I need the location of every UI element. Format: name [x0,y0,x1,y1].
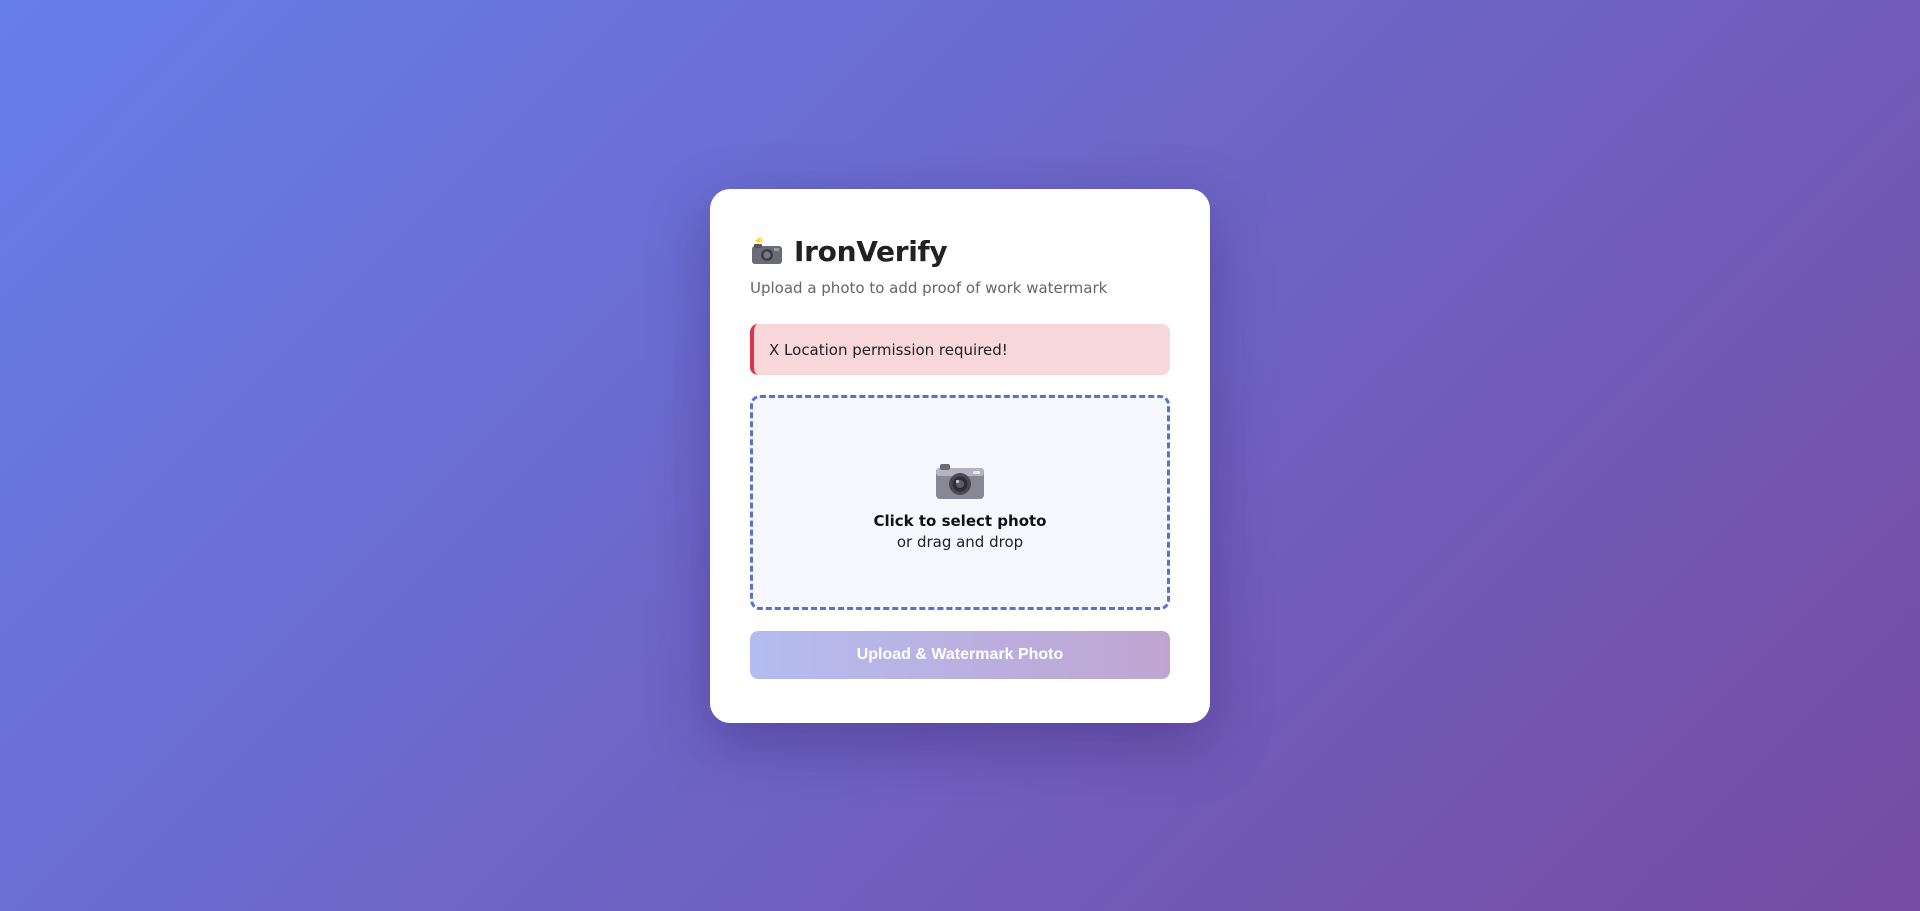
upload-card: IronVerify Upload a photo to add proof o… [710,189,1210,723]
app-title: IronVerify [794,234,948,268]
location-permission-alert: X Location permission required! [750,324,1170,375]
app-subtitle: Upload a photo to add proof of work wate… [750,279,1108,297]
upload-watermark-button[interactable]: Upload & Watermark Photo [750,631,1170,679]
photo-dropzone[interactable]: Click to select photo or drag and drop [750,395,1170,610]
dropzone-primary-text: Click to select photo [873,511,1047,530]
alert-text: X Location permission required! [769,340,1008,359]
camera-with-flash-icon [752,237,782,264]
dropzone-secondary-text: or drag and drop [896,532,1024,551]
header: IronVerify [750,231,1170,271]
camera-icon [936,463,984,499]
